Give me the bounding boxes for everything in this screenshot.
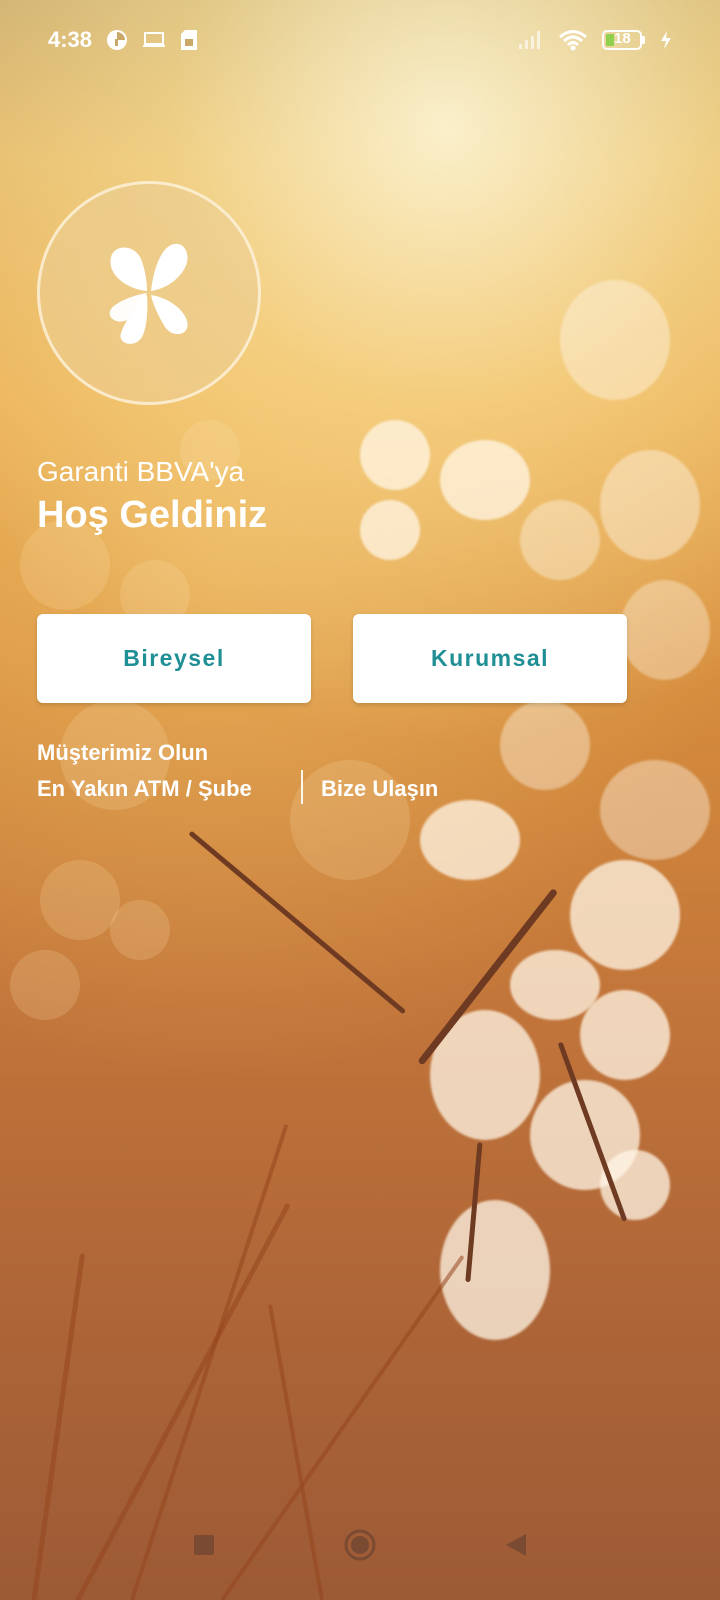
signal-icon (518, 30, 544, 50)
kurumsal-button[interactable]: Kurumsal (353, 614, 627, 703)
welcome-subtitle: Garanti BBVA'ya (37, 456, 245, 487)
laptop-icon (142, 30, 166, 50)
status-left: 4:38 (48, 27, 198, 53)
data-saver-icon (106, 29, 128, 51)
nearest-atm-link[interactable]: En Yakın ATM / Şube (37, 776, 252, 802)
contact-us-link[interactable]: Bize Ulaşın (321, 776, 438, 802)
status-right: 18 (518, 29, 672, 51)
back-button[interactable] (492, 1521, 540, 1569)
battery-level: 18 (614, 30, 631, 47)
battery-icon: 18 (602, 29, 646, 51)
recents-button[interactable] (180, 1521, 228, 1569)
recents-square-icon (194, 1535, 214, 1555)
sim-icon (180, 29, 198, 51)
charging-icon (660, 30, 672, 50)
home-button[interactable] (336, 1521, 384, 1569)
garanti-logo (37, 181, 261, 405)
status-time: 4:38 (48, 27, 93, 52)
link-divider (301, 770, 303, 804)
garanti-clover-logo-icon (109, 243, 188, 344)
status-bar: 4:38 18 (0, 0, 720, 80)
welcome-title: Hoş Geldiniz (37, 494, 268, 536)
home-circle-icon (344, 1529, 376, 1561)
back-triangle-icon (506, 1534, 526, 1556)
wifi-icon (558, 29, 588, 51)
system-nav-bar (0, 1490, 720, 1600)
bireysel-button[interactable]: Bireysel (37, 614, 311, 703)
become-customer-link[interactable]: Müşterimiz Olun (37, 740, 208, 766)
